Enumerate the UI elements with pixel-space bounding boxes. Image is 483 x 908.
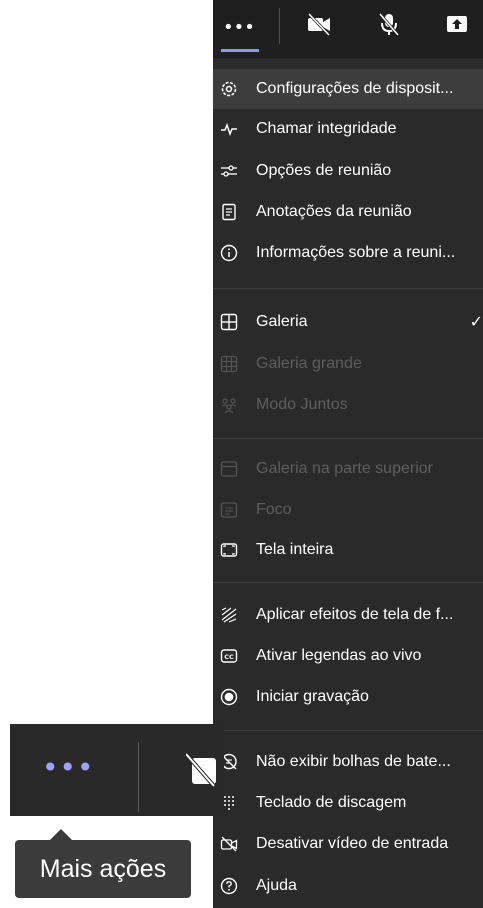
camera-off-icon[interactable]: [305, 10, 333, 38]
bottom-toolbar: •••: [10, 724, 224, 816]
menu-item-label: Galeria na parte superior: [256, 460, 433, 477]
menu-item-call-health[interactable]: Chamar integridade: [213, 109, 483, 149]
menu-item-disable-incoming-video[interactable]: Desativar vídeo de entrada: [213, 824, 483, 864]
active-tab-underline: [221, 49, 259, 52]
grid-icon: [220, 313, 238, 331]
sliders-icon: [220, 162, 238, 180]
menu-item-help[interactable]: Ajuda: [213, 866, 483, 906]
menu-item-gallery[interactable]: Galeria ✓: [213, 302, 483, 342]
menu-item-label: Chamar integridade: [256, 120, 397, 137]
notes-icon: [220, 203, 238, 221]
mic-off-icon[interactable]: [375, 10, 403, 38]
menu-item-top-gallery: Galeria na parte superior: [213, 449, 483, 489]
menu-item-meeting-options[interactable]: Opções de reunião: [213, 151, 483, 191]
menu-item-label: Modo Juntos: [256, 396, 348, 413]
menu-item-label: Desativar vídeo de entrada: [256, 835, 449, 852]
meeting-toolbar: •••: [213, 0, 483, 58]
menu-item-background-effects[interactable]: Aplicar efeitos de tela de f...: [213, 595, 483, 635]
menu-item-hide-chat-bubbles[interactable]: Não exibir bolhas de bate...: [213, 742, 483, 782]
menu-divider: [213, 288, 483, 289]
menu-item-label: Iniciar gravação: [256, 688, 369, 705]
menu-item-dial-pad[interactable]: Teclado de discagem: [213, 783, 483, 823]
menu-item-together-mode: Modo Juntos: [213, 385, 483, 425]
menu-item-label: Galeria grande: [256, 355, 362, 372]
pulse-icon: [220, 120, 238, 138]
menu-item-meeting-info[interactable]: Informações sobre a reuni...: [213, 233, 483, 273]
cc-icon: CC: [220, 647, 238, 665]
more-actions-tooltip: Mais ações: [15, 840, 191, 898]
video-off-icon: [220, 835, 238, 853]
menu-item-meeting-notes[interactable]: Anotações da reunião: [213, 192, 483, 232]
toolbar-separator: [279, 8, 280, 44]
menu-item-start-recording[interactable]: Iniciar gravação: [213, 677, 483, 717]
menu-item-label: Ajuda: [256, 877, 297, 894]
menu-item-label: Anotações da reunião: [256, 203, 412, 220]
menu-item-label: Foco: [256, 501, 292, 518]
info-icon: [220, 244, 238, 262]
menu-item-label: Não exibir bolhas de bate...: [256, 753, 451, 770]
share-screen-icon[interactable]: [443, 10, 471, 38]
menu-item-label: Informações sobre a reuni...: [256, 244, 456, 261]
svg-text:CC: CC: [224, 653, 234, 661]
menu-item-label: Galeria: [256, 313, 308, 330]
more-dots-icon: •••: [223, 17, 255, 38]
menu-item-label: Opções de reunião: [256, 162, 392, 179]
top-gallery-icon: [220, 460, 238, 478]
menu-item-label: Aplicar efeitos de tela de f...: [256, 606, 454, 623]
menu-item-full-screen[interactable]: Tela inteira: [213, 530, 483, 570]
record-icon: [220, 688, 238, 706]
more-actions-button[interactable]: •••: [42, 754, 95, 782]
menu-item-label: Teclado de discagem: [256, 794, 407, 811]
menu-item-live-captions[interactable]: CC Ativar legendas ao vivo: [213, 636, 483, 676]
large-grid-icon: [220, 355, 238, 373]
people-icon: [220, 396, 238, 414]
tooltip-arrow: [50, 829, 72, 840]
menu-divider: [213, 730, 483, 731]
focus-icon: [220, 501, 238, 519]
menu-item-large-gallery: Galeria grande: [213, 344, 483, 384]
menu-divider: [213, 582, 483, 583]
help-icon: [220, 877, 238, 895]
menu-item-focus: Foco: [213, 490, 483, 530]
checkmark-icon: ✓: [469, 312, 483, 331]
fullscreen-icon: [220, 541, 238, 559]
camera-icon[interactable]: [186, 750, 216, 790]
menu-item-label: Configurações de disposit...: [256, 80, 454, 97]
background-effects-icon: [220, 606, 238, 624]
menu-item-device-settings[interactable]: Configurações de disposit...: [213, 69, 483, 109]
menu-item-label: Ativar legendas ao vivo: [256, 647, 422, 664]
menu-item-label: Tela inteira: [256, 541, 334, 558]
more-actions-tab[interactable]: •••: [221, 18, 261, 54]
gear-icon: [220, 80, 238, 98]
more-actions-menu: Configurações de disposit... Chamar inte…: [213, 58, 483, 908]
menu-divider: [213, 438, 483, 439]
toolbar-separator: [138, 742, 139, 812]
